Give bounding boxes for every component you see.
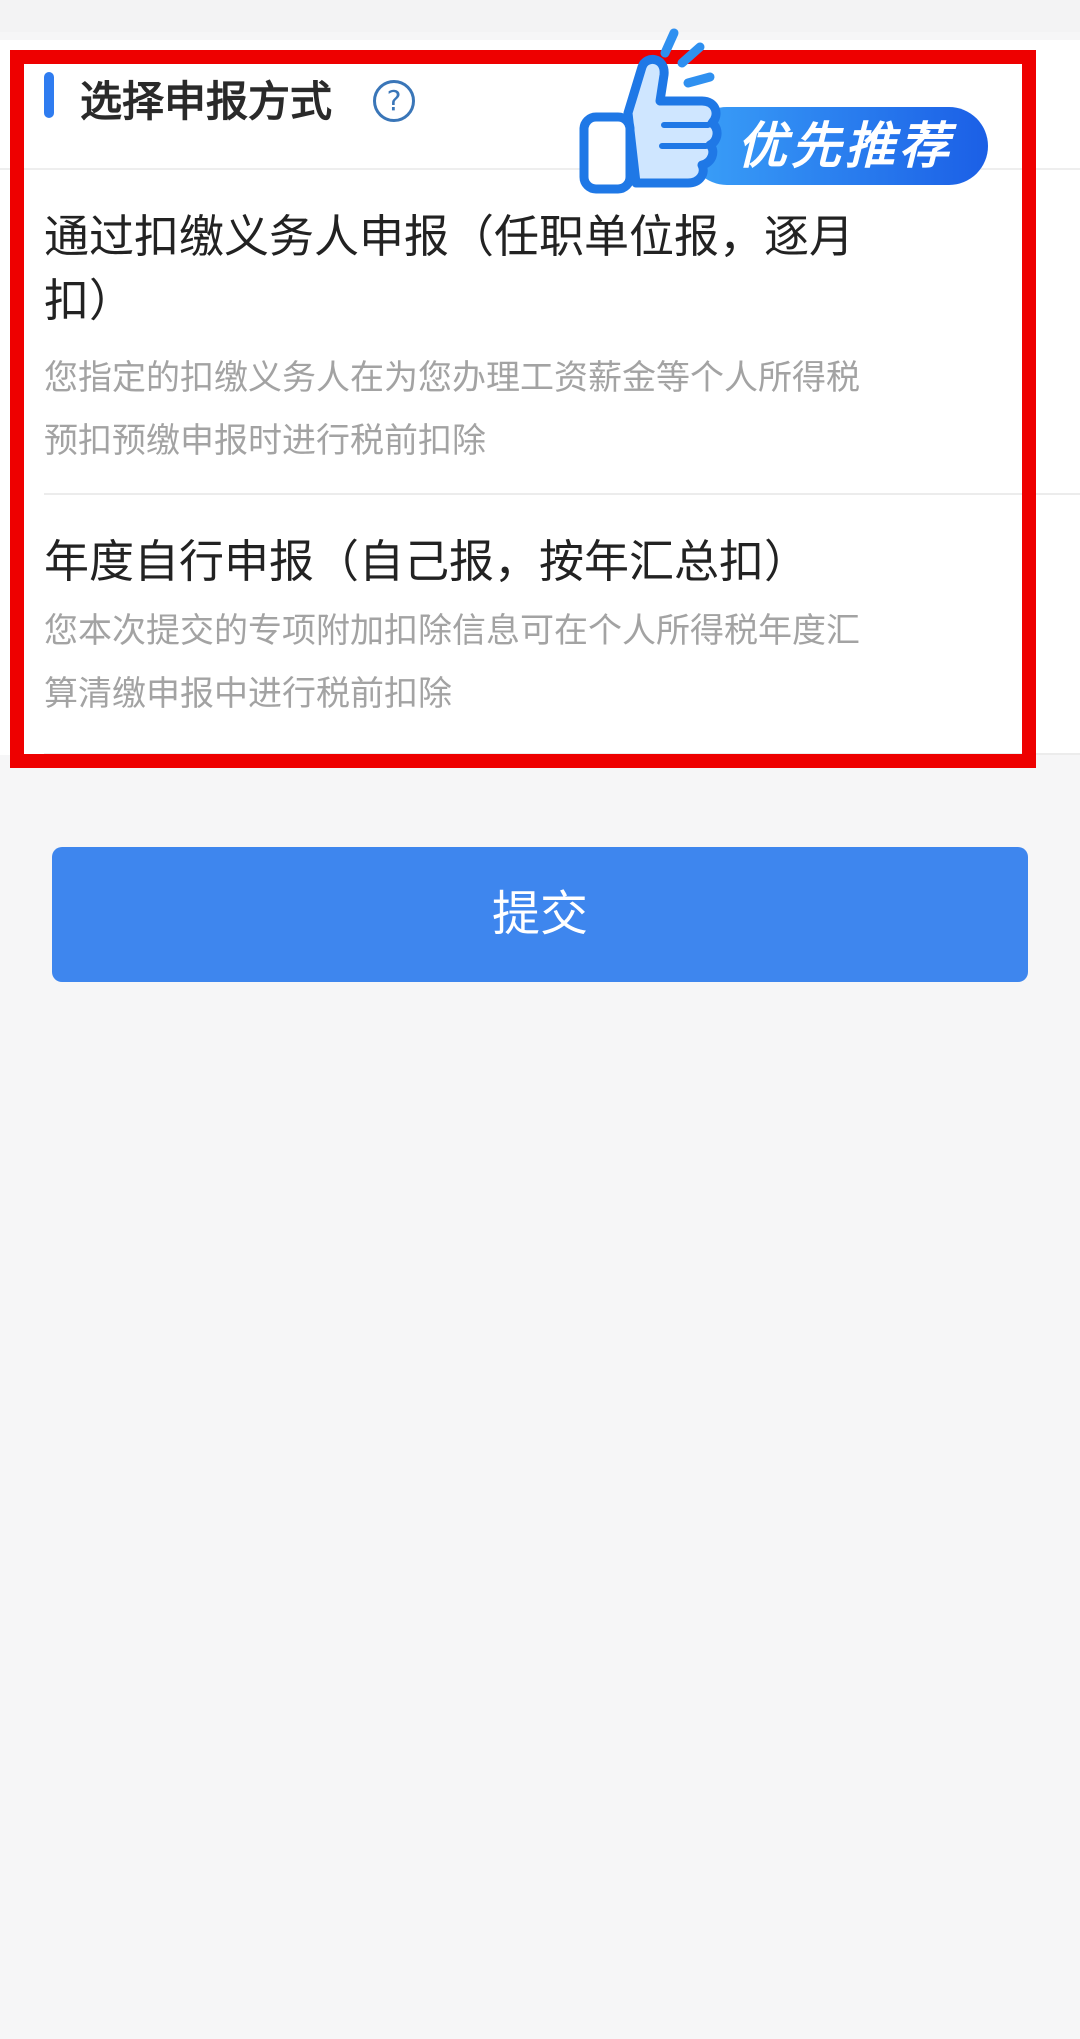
section-accent-bar xyxy=(44,72,54,118)
question-circle-icon[interactable]: ? xyxy=(373,80,415,122)
thumbs-up-icon xyxy=(579,28,722,194)
option-description: 您本次提交的专项附加扣除信息可在个人所得税年度汇算清缴申报中进行税前扣除 xyxy=(44,611,860,714)
section-title: 选择申报方式 xyxy=(80,77,333,126)
option-title: 年度自行申报（自己报，按年汇总扣） xyxy=(44,535,810,588)
option-withholding-agent[interactable]: 通过扣缴义务人申报（任职单位报，逐月扣） 您指定的扣缴义务人在为您办理工资薪金等… xyxy=(44,205,1080,495)
option-title: 通过扣缴义务人申报（任职单位报，逐月扣） xyxy=(44,210,855,327)
option-description: 您指定的扣缴义务人在为您办理工资薪金等个人所得税预扣预缴申报时进行税前扣除 xyxy=(44,358,860,461)
recommend-badge: 优先推荐 xyxy=(570,25,1000,205)
submit-button[interactable]: 提交 xyxy=(52,847,1028,982)
badge-text: 优先推荐 xyxy=(737,117,953,175)
option-self-declaration[interactable]: 年度自行申报（自己报，按年汇总扣） 您本次提交的专项附加扣除信息可在个人所得税年… xyxy=(44,530,1080,755)
